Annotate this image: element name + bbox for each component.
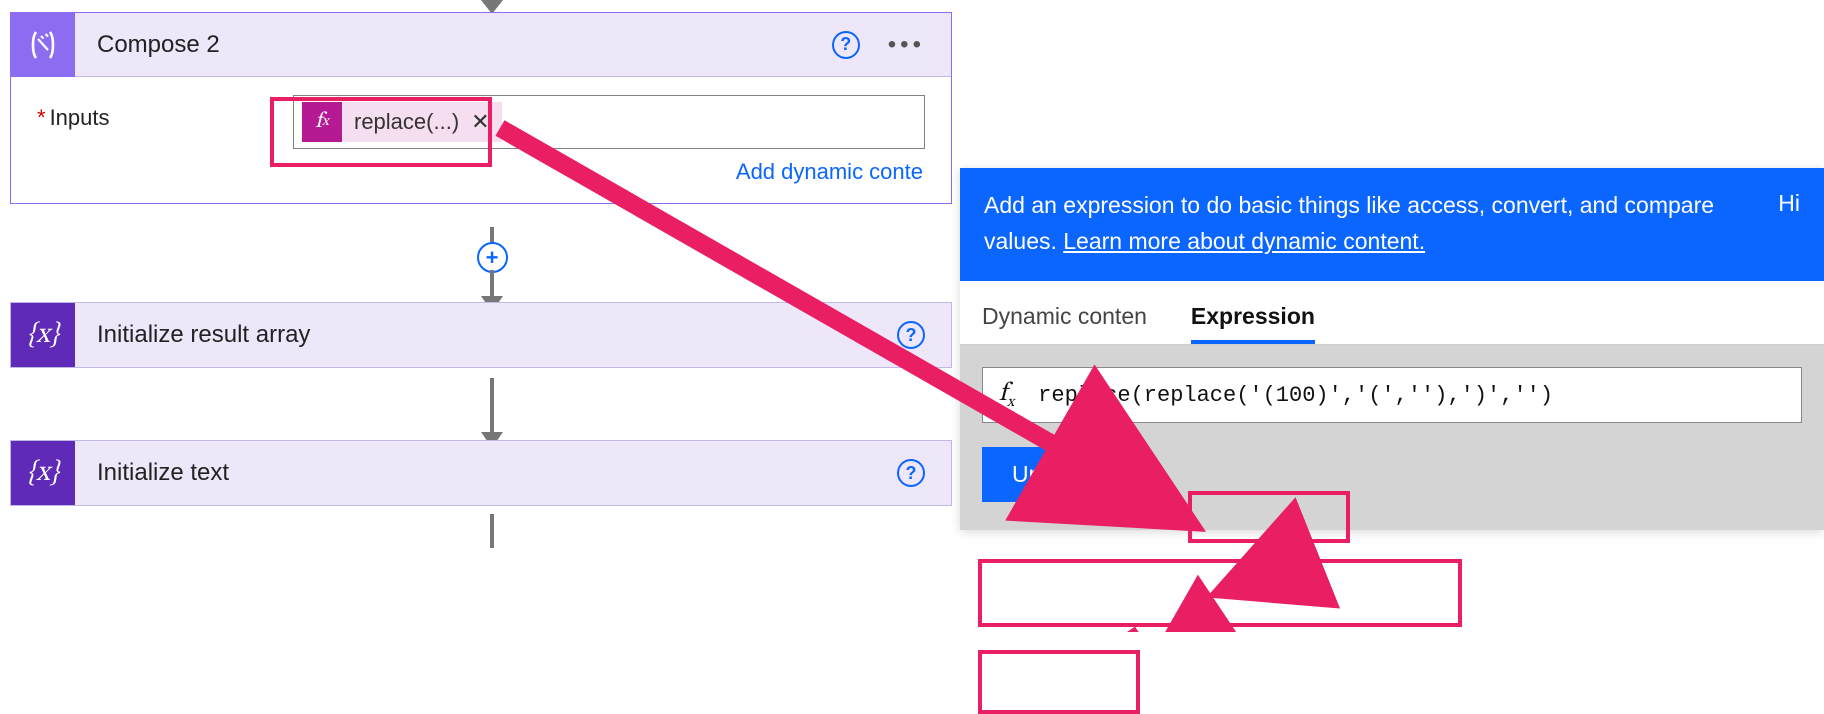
expression-input[interactable]: fx replace(replace('(100)','(',''),')','… bbox=[982, 367, 1802, 423]
inputs-field-wrap: fx replace(...) ✕ Add dynamic conte bbox=[293, 95, 925, 185]
help-icon[interactable]: ? bbox=[897, 459, 925, 487]
compose2-card[interactable]: Compose 2 ? ••• *Inputs fx replace(...) … bbox=[10, 12, 952, 204]
connector-line bbox=[490, 378, 494, 434]
expression-popup: Add an expression to do basic things lik… bbox=[960, 168, 1824, 530]
popup-info-text: Add an expression to do basic things lik… bbox=[984, 188, 1748, 259]
fx-icon: fx bbox=[999, 378, 1014, 412]
variable-icon: {x} bbox=[11, 303, 75, 367]
init-array-title: Initialize result array bbox=[75, 321, 897, 349]
inputs-input[interactable]: fx replace(...) ✕ bbox=[293, 95, 925, 149]
token-label: replace(...) bbox=[354, 109, 459, 135]
inputs-label: *Inputs bbox=[37, 95, 293, 131]
init-text-header: {x} Initialize text ? bbox=[11, 441, 951, 505]
popup-body: fx replace(replace('(100)','(',''),')','… bbox=[960, 345, 1824, 530]
more-menu-icon[interactable]: ••• bbox=[888, 31, 925, 59]
tab-dynamic-content[interactable]: Dynamic conten bbox=[982, 303, 1147, 344]
compose2-header: Compose 2 ? ••• bbox=[11, 13, 951, 77]
init-text-actions: ? bbox=[897, 459, 951, 487]
connector-line bbox=[490, 514, 494, 548]
add-step-button[interactable]: + bbox=[477, 242, 508, 273]
help-icon[interactable]: ? bbox=[832, 31, 860, 59]
popup-info-banner: Add an expression to do basic things lik… bbox=[960, 168, 1824, 281]
help-icon[interactable]: ? bbox=[897, 321, 925, 349]
init-text-title: Initialize text bbox=[75, 459, 897, 487]
compose2-body: *Inputs fx replace(...) ✕ Add dynamic co… bbox=[11, 77, 951, 203]
learn-more-link[interactable]: Learn more about dynamic content. bbox=[1063, 228, 1425, 254]
flow-column: Compose 2 ? ••• *Inputs fx replace(...) … bbox=[10, 0, 952, 506]
update-button[interactable]: Update bbox=[982, 447, 1116, 502]
popup-tabs: Dynamic conten Expression bbox=[960, 281, 1824, 345]
init-array-header: {x} Initialize result array ? bbox=[11, 303, 951, 367]
compose2-title: Compose 2 bbox=[75, 31, 832, 59]
annotation-box bbox=[978, 650, 1140, 714]
add-dynamic-link[interactable]: Add dynamic conte bbox=[736, 159, 923, 184]
expression-text: replace(replace('(100)','(',''),')','') bbox=[1038, 383, 1553, 408]
add-dynamic-row: Add dynamic conte bbox=[293, 149, 925, 185]
tab-expression[interactable]: Expression bbox=[1191, 303, 1315, 344]
compose2-actions: ? ••• bbox=[832, 31, 951, 59]
init-array-card[interactable]: {x} Initialize result array ? bbox=[10, 302, 952, 368]
init-array-actions: ? bbox=[897, 321, 951, 349]
init-text-card[interactable]: {x} Initialize text ? bbox=[10, 440, 952, 506]
connector-line bbox=[490, 270, 494, 298]
expression-token[interactable]: fx replace(...) ✕ bbox=[302, 102, 502, 142]
variable-icon: {x} bbox=[11, 441, 75, 505]
required-star-icon: * bbox=[37, 105, 46, 130]
compose-icon bbox=[11, 13, 75, 77]
annotation-box bbox=[978, 559, 1462, 627]
fx-icon: fx bbox=[302, 102, 342, 142]
hide-link[interactable]: Hi bbox=[1778, 190, 1800, 217]
token-remove-icon[interactable]: ✕ bbox=[471, 109, 489, 135]
